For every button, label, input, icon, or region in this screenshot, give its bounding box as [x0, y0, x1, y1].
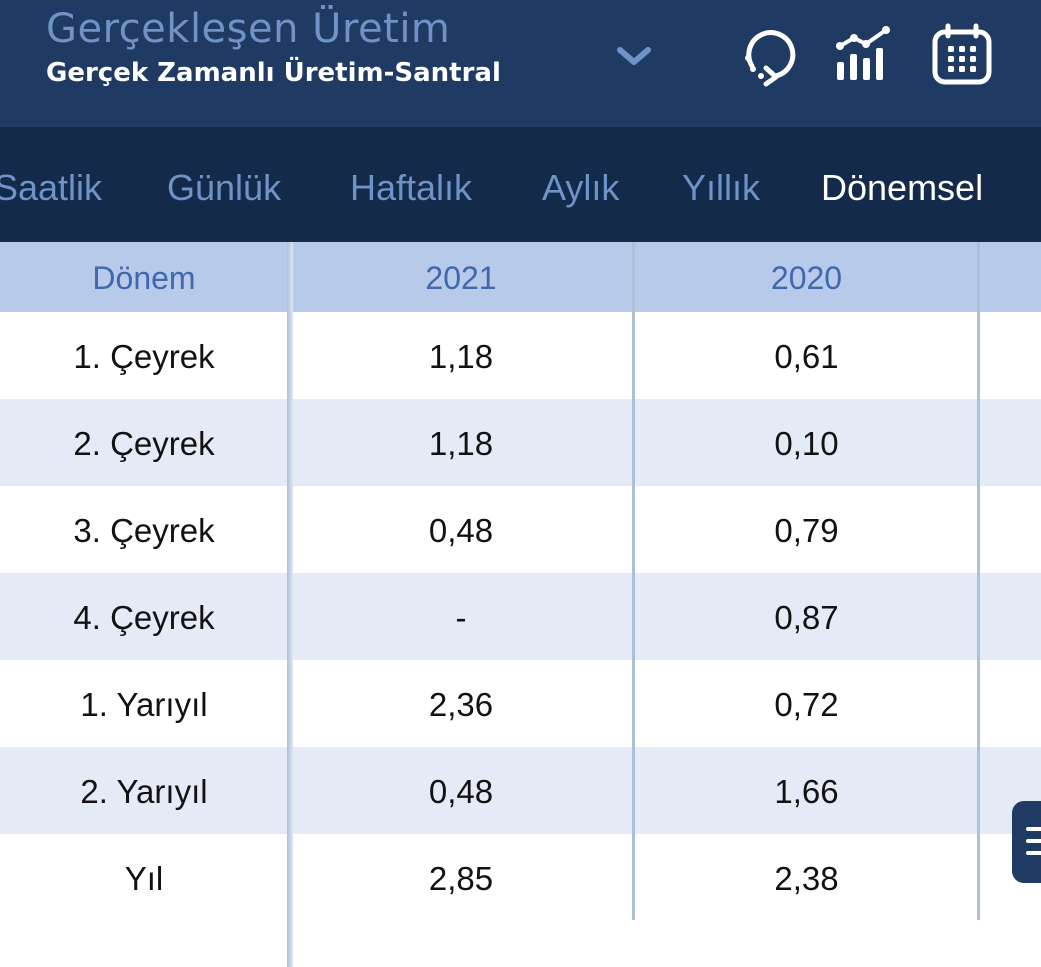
- table-row: 4. Çeyrek - 0,87: [0, 573, 1041, 660]
- table-header: Dönem 2021 2020: [0, 242, 1041, 312]
- column-divider: [977, 242, 980, 920]
- period-cell: 3. Çeyrek: [73, 512, 215, 549]
- value-cell-2020: 1,66: [774, 773, 839, 810]
- value-cell-2021: 0,48: [428, 512, 494, 549]
- column-header-2021[interactable]: 2021: [288, 242, 634, 312]
- table-row: 2. Çeyrek 1,18 0,10: [0, 399, 1041, 486]
- tab-gunluk[interactable]: Günlük: [167, 167, 281, 209]
- period-tabs: Saatlik Günlük Haftalık Aylık Yıllık Dön…: [0, 127, 1041, 242]
- tab-saatlik[interactable]: Saatlik: [0, 167, 102, 209]
- period-cell: 4. Çeyrek: [73, 599, 215, 636]
- value-cell-2021: -: [455, 599, 467, 636]
- value-cell-2021: 1,18: [428, 338, 494, 375]
- tab-haftalik[interactable]: Haftalık: [350, 167, 472, 209]
- value-cell-2020: 0,79: [774, 512, 839, 549]
- statistics-icon[interactable]: [834, 26, 894, 82]
- table-row: Yıl 2,85 2,38: [0, 834, 1041, 921]
- tab-aylik[interactable]: Aylık: [542, 167, 619, 209]
- column-header-period[interactable]: Dönem: [0, 242, 288, 312]
- chevron-down-icon[interactable]: [612, 40, 656, 72]
- table-row: 3. Çeyrek 0,48 0,79: [0, 486, 1041, 573]
- app-header: Gerçekleşen Üretim Gerçek Zamanlı Üretim…: [0, 0, 1041, 127]
- value-cell-2020: 0,72: [774, 686, 839, 723]
- value-cell-2021: 0,48: [428, 773, 494, 810]
- period-cell: 2. Çeyrek: [73, 425, 215, 462]
- table-row: 1. Çeyrek 1,18 0,61: [0, 312, 1041, 399]
- value-cell-2021: 2,85: [428, 860, 494, 897]
- value-cell-2020: 0,10: [774, 425, 839, 462]
- tab-yillik[interactable]: Yıllık: [682, 167, 760, 209]
- refresh-icon[interactable]: [736, 22, 798, 88]
- page-title: Gerçekleşen Üretim: [46, 6, 451, 52]
- column-header-2020[interactable]: 2020: [634, 242, 979, 312]
- side-menu-button[interactable]: [1012, 801, 1041, 883]
- period-cell: 1. Çeyrek: [73, 338, 215, 375]
- frozen-column-divider: [287, 242, 293, 967]
- column-divider: [632, 242, 635, 920]
- calendar-icon[interactable]: [930, 22, 994, 86]
- table-row: 1. Yarıyıl 2,36 0,72: [0, 660, 1041, 747]
- table-row: 2. Yarıyıl 0,48 1,66: [0, 747, 1041, 834]
- period-cell: 2. Yarıyıl: [80, 773, 208, 810]
- value-cell-2021: 1,18: [428, 425, 494, 462]
- tab-donemsel[interactable]: Dönemsel: [821, 167, 983, 209]
- period-cell: 1. Yarıyıl: [80, 686, 208, 723]
- value-cell-2020: 0,87: [774, 599, 839, 636]
- value-cell-2021: 2,36: [428, 686, 494, 723]
- value-cell-2020: 0,61: [774, 338, 839, 375]
- period-cell: Yıl: [124, 860, 164, 897]
- page-subtitle[interactable]: Gerçek Zamanlı Üretim-Santral: [46, 58, 501, 88]
- value-cell-2020: 2,38: [774, 860, 839, 897]
